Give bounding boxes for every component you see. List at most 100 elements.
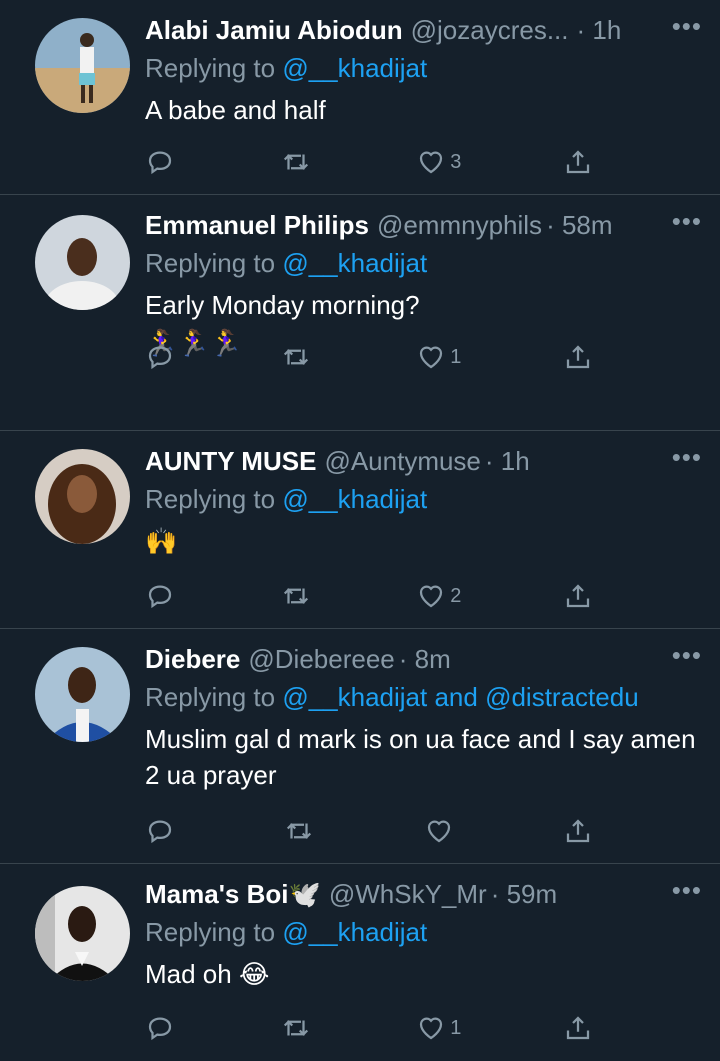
action-bar: 1 [145, 342, 597, 372]
reply-button[interactable] [145, 581, 179, 611]
retweet-button[interactable] [281, 1013, 315, 1043]
replying-to: Replying to @__khadijat [145, 481, 700, 517]
reply-button[interactable] [145, 1013, 179, 1043]
share-button[interactable] [563, 342, 597, 372]
share-icon [566, 584, 590, 608]
reply-button[interactable] [145, 147, 179, 177]
replying-to-label: Replying to [145, 917, 283, 947]
heart-icon [420, 585, 443, 608]
action-bar: 3 [145, 147, 597, 177]
tweet[interactable]: Emmanuel Philips @emmnyphils · 58m Reply… [0, 195, 720, 431]
heart-icon [420, 346, 443, 369]
tweet-text: A babe and half [145, 95, 326, 125]
share-button[interactable] [563, 816, 597, 846]
user-handle[interactable]: @emmnyphils [377, 207, 542, 243]
mention-link[interactable]: @__khadijat [282, 484, 427, 514]
heart-icon [420, 1017, 443, 1040]
share-icon [566, 345, 590, 369]
like-button[interactable]: 1 [416, 1013, 461, 1043]
display-name[interactable]: Diebere [145, 641, 240, 677]
action-bar: 2 [145, 581, 597, 611]
share-icon [566, 1016, 590, 1040]
reply-feed: Alabi Jamiu Abiodun @jozaycres... · 1h R… [0, 0, 720, 1061]
share-button[interactable] [563, 1013, 597, 1043]
retweet-button[interactable] [284, 816, 318, 846]
display-name[interactable]: AUNTY MUSE [145, 443, 316, 479]
retweet-icon [283, 154, 308, 170]
more-dots-icon[interactable]: ••• [672, 208, 702, 234]
user-handle[interactable]: @Diebereee [248, 641, 394, 677]
retweet-button[interactable] [281, 342, 315, 372]
user-handle[interactable]: @Auntymuse [324, 443, 480, 479]
replying-to-label: Replying to [145, 248, 283, 278]
share-button[interactable] [563, 147, 597, 177]
retweet-icon [283, 349, 308, 365]
like-button[interactable]: 3 [416, 147, 461, 177]
action-bar: 1 [145, 1013, 597, 1043]
like-count: 1 [450, 345, 462, 368]
like-count: 3 [450, 150, 462, 173]
timestamp[interactable]: · 1h [577, 12, 622, 48]
reply-button[interactable] [145, 342, 179, 372]
share-button[interactable] [563, 581, 597, 611]
reply-bubble-icon [148, 1017, 172, 1041]
avatar[interactable] [35, 449, 130, 544]
action-bar [145, 816, 597, 846]
retweet-button[interactable] [281, 147, 315, 177]
mention-link[interactable]: @__khadijat [282, 682, 427, 712]
display-name[interactable]: Alabi Jamiu Abiodun [145, 12, 403, 48]
share-icon [566, 150, 590, 174]
replying-to-label: Replying to [145, 53, 283, 83]
timestamp[interactable]: · 59m [491, 876, 557, 912]
mention-link[interactable]: @__khadijat [282, 248, 427, 278]
retweet-button[interactable] [281, 581, 315, 611]
avatar[interactable] [35, 647, 130, 742]
display-name[interactable]: Mama's Boi🕊️ [145, 876, 321, 912]
mention-link[interactable]: @__khadijat [282, 917, 427, 947]
mention-link[interactable]: @distractedu [485, 682, 639, 712]
tweet-text: Mad oh 😂 [145, 959, 270, 989]
mention-separator: and [427, 682, 486, 712]
like-button[interactable] [424, 816, 458, 846]
avatar[interactable] [35, 18, 130, 113]
avatar[interactable] [35, 215, 130, 310]
like-button[interactable]: 1 [416, 342, 461, 372]
tweet-text: 🙌 [145, 526, 178, 556]
replying-to: Replying to @__khadijat [145, 245, 700, 281]
tweet[interactable]: AUNTY MUSE @Auntymuse · 1h Replying to @… [0, 431, 720, 629]
timestamp[interactable]: · 8m [399, 641, 451, 677]
mention-link[interactable]: @__khadijat [282, 53, 427, 83]
replying-to-label: Replying to [145, 682, 283, 712]
retweet-icon [283, 1020, 308, 1036]
avatar[interactable] [35, 886, 130, 981]
more-dots-icon[interactable]: ••• [672, 444, 702, 470]
timestamp[interactable]: · 58m [546, 207, 612, 243]
more-dots-icon[interactable]: ••• [672, 877, 702, 903]
reply-bubble-icon [148, 151, 172, 175]
display-name[interactable]: Emmanuel Philips [145, 207, 369, 243]
replying-to-label: Replying to [145, 484, 283, 514]
reply-bubble-icon [148, 820, 172, 844]
replying-to: Replying to @__khadijat [145, 50, 700, 86]
timestamp[interactable]: · 1h [485, 443, 530, 479]
reply-bubble-icon [148, 346, 172, 370]
retweet-icon [283, 588, 308, 604]
like-count: 1 [450, 1016, 462, 1039]
heart-icon [420, 151, 443, 174]
tweet-text: Muslim gal d mark is on ua face and I sa… [145, 724, 696, 790]
like-button[interactable]: 2 [416, 581, 461, 611]
reply-button[interactable] [145, 816, 179, 846]
tweet[interactable]: Alabi Jamiu Abiodun @jozaycres... · 1h R… [0, 0, 720, 195]
tweet-text: Early Monday morning? [145, 290, 420, 320]
retweet-icon [287, 823, 312, 839]
replying-to: Replying to @__khadijat and @distractedu [145, 679, 700, 715]
heart-icon [427, 820, 450, 843]
user-handle[interactable]: @WhSkY_Mr [329, 876, 487, 912]
tweet[interactable]: Diebere @Diebereee · 8m Replying to @__k… [0, 629, 720, 864]
more-dots-icon[interactable]: ••• [672, 642, 702, 668]
like-count: 2 [450, 584, 462, 607]
tweet[interactable]: Mama's Boi🕊️ @WhSkY_Mr · 59m Replying to… [0, 864, 720, 1061]
more-dots-icon[interactable]: ••• [672, 13, 702, 39]
replying-to: Replying to @__khadijat [145, 914, 700, 950]
user-handle[interactable]: @jozaycres... [411, 12, 569, 48]
